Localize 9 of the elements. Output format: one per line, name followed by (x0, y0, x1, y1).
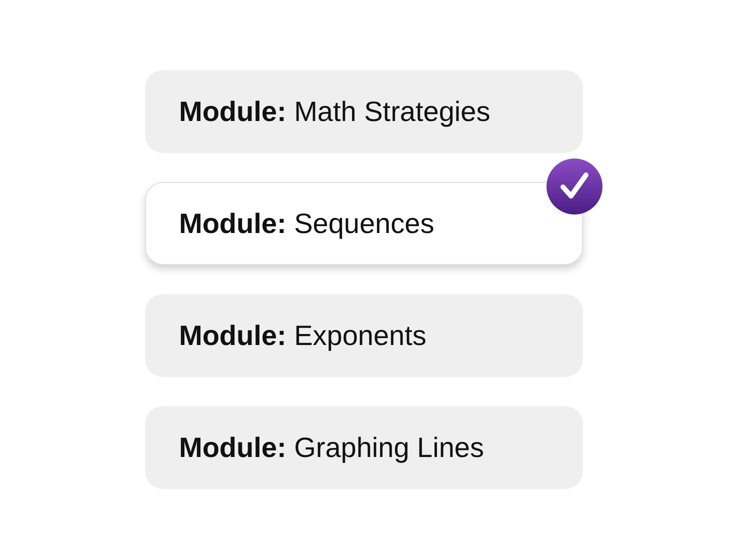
module-label: Module: Graphing Lines (179, 432, 484, 464)
checkmark-icon (546, 158, 603, 215)
module-option[interactable]: Module: Sequences (145, 182, 583, 265)
module-label: Module: Sequences (179, 208, 434, 240)
module-option[interactable]: Module: Graphing Lines (145, 406, 583, 489)
module-label: Module: Math Strategies (179, 96, 490, 128)
module-option[interactable]: Module: Math Strategies (145, 70, 583, 153)
module-label: Module: Exponents (179, 320, 426, 352)
module-option[interactable]: Module: Exponents (145, 294, 583, 377)
